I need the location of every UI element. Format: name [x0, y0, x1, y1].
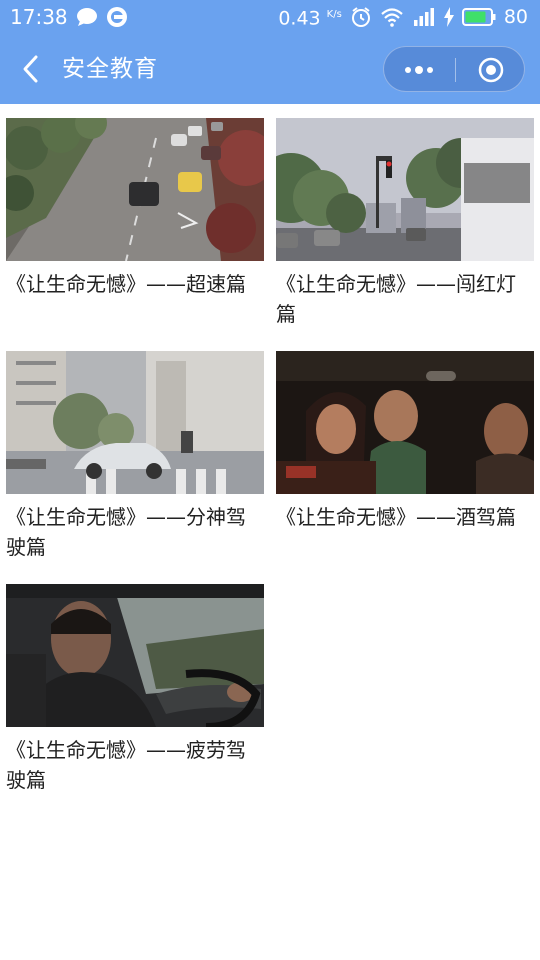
top-bar: 17:38 0.43 K/s 80 安全教育	[0, 0, 540, 104]
tired-driver-thumbnail	[6, 584, 264, 727]
highway-traffic-thumbnail	[6, 118, 264, 261]
video-title: 《让生命无憾》——超速篇	[6, 272, 246, 296]
video-card[interactable]: 《让生命无憾》——超速篇	[6, 118, 264, 299]
charging-icon	[443, 7, 454, 27]
wifi-icon	[380, 7, 404, 27]
more-button[interactable]	[384, 47, 454, 93]
video-card[interactable]: 《让生命无憾》——酒驾篇	[276, 351, 534, 532]
car-crosswalk-thumbnail	[6, 351, 264, 494]
status-time: 17:38	[10, 5, 68, 29]
signal-4g-icon	[412, 7, 436, 27]
video-card[interactable]: 《让生命无憾》——疲劳驾驶篇	[6, 584, 264, 795]
page-title: 安全教育	[62, 56, 158, 82]
app-notification-icon	[106, 6, 128, 28]
video-title: 《让生命无憾》——酒驾篇	[276, 505, 516, 529]
network-speed: 0.43 K/s	[278, 7, 342, 30]
video-grid: 《让生命无憾》——超速篇 《让生命无憾》——闯红灯篇 《让生命无憾》——分神驾驶…	[0, 104, 540, 960]
target-close-icon	[478, 57, 504, 83]
status-bar: 17:38 0.43 K/s 80	[0, 0, 540, 34]
video-title: 《让生命无憾》——疲劳驾驶篇	[6, 738, 246, 792]
drunk-passengers-thumbnail	[276, 351, 534, 494]
video-title: 《让生命无憾》——分神驾驶篇	[6, 505, 246, 559]
video-card[interactable]: 《让生命无憾》——闯红灯篇	[276, 118, 534, 329]
alarm-icon	[350, 6, 372, 28]
video-title: 《让生命无憾》——闯红灯篇	[276, 272, 516, 326]
battery-icon	[461, 8, 496, 26]
red-light-intersection-thumbnail	[276, 118, 534, 261]
nav-bar: 安全教育	[0, 34, 540, 104]
more-dots-icon	[405, 66, 433, 74]
battery-percent: 80	[503, 6, 528, 28]
chat-bubble-icon	[76, 7, 98, 27]
video-card[interactable]: 《让生命无憾》——分神驾驶篇	[6, 351, 264, 562]
mini-program-capsule	[383, 46, 525, 92]
chevron-left-icon	[23, 55, 38, 83]
close-button[interactable]	[456, 47, 526, 93]
back-button[interactable]	[14, 52, 46, 86]
